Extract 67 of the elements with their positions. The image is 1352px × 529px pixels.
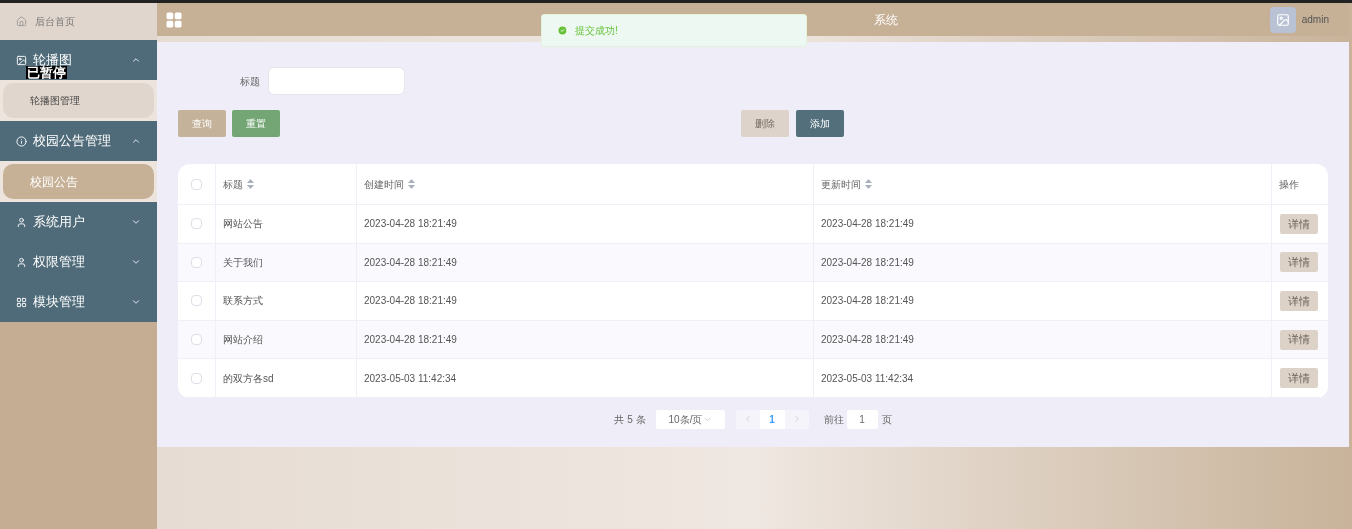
paused-label: 已暂停 [26,66,67,79]
search-label: 标题 [240,74,260,89]
table-cell-text: 2023-04-28 18:21:49 [364,294,457,309]
toast-message: 提交成功! [575,24,618,38]
table-cell-text: 联系方式 [223,294,263,309]
home-menu-item[interactable]: 后台首页 [0,3,157,40]
table-cell-text: 2023-04-28 18:21:49 [821,333,914,348]
success-icon [557,25,568,36]
sort-icon[interactable] [408,179,415,189]
menu-icon[interactable] [165,10,183,29]
image-icon [16,54,27,66]
total-count: 共 5 条 [614,412,646,427]
table-cell-text: 网站介绍 [223,333,263,348]
header-title: 系统 [874,11,899,29]
user-name[interactable]: admin [1301,12,1329,27]
grid-icon [16,296,27,308]
checkbox[interactable] [191,256,202,268]
table-cell-text: 2023-04-28 18:21:49 [821,255,914,270]
table-cell-text: 2023-04-28 18:21:49 [821,294,914,309]
sort-icon[interactable] [247,179,254,189]
checkbox[interactable] [191,372,202,384]
menu-group-label[interactable]: 校园公告管理 [33,133,111,149]
table-cell-text: 2023-05-03 11:42:34 [364,371,457,386]
submenu-item[interactable]: 轮播图管理 [3,83,154,118]
chevron-down-icon[interactable] [131,217,141,227]
page-suffix: 页 [881,412,892,427]
checkbox[interactable] [191,178,202,190]
detail-button[interactable]: 详情 [1280,291,1318,311]
table-cell-text: 2023-04-28 18:21:49 [821,217,914,232]
page-number[interactable]: 1 [759,409,785,429]
user-icon [16,216,27,228]
column-header: 操作 [1278,177,1300,192]
table-cell-text: 网站公告 [223,217,263,232]
column-header[interactable]: 标题 [216,164,357,204]
menu-group-label[interactable]: 系统用户 [33,214,85,230]
chevron-up-icon[interactable] [131,55,141,65]
reset-button[interactable]: 重置 [232,110,280,137]
table-cell-text: 2023-05-03 11:42:34 [821,371,914,386]
title-input[interactable] [268,67,405,95]
goto-label: 前往 [823,412,844,427]
checkbox[interactable] [191,295,202,307]
home-icon [16,16,27,27]
checkbox[interactable] [191,334,202,346]
detail-button[interactable]: 详情 [1280,213,1318,234]
info-icon [16,135,27,147]
checkbox[interactable] [191,218,202,230]
menu-group-label[interactable]: 模块管理 [33,294,85,310]
table-cell-text: 2023-04-28 18:21:49 [364,255,457,270]
table-cell-text: 2023-04-28 18:21:49 [364,217,457,232]
detail-button[interactable]: 详情 [1280,329,1318,350]
avatar-icon[interactable] [1269,6,1296,33]
chevron-down-icon[interactable] [131,257,141,267]
column-header[interactable]: 创建时间 [357,164,814,204]
table-cell-text: 的双方各sd [223,371,274,386]
menu-group-label[interactable]: 权限管理 [33,254,85,270]
user-icon [16,256,27,268]
detail-button[interactable]: 详情 [1280,368,1318,389]
page-size-select[interactable]: 10条/页 [655,409,725,429]
table-cell-text: 2023-04-28 18:21:49 [364,333,457,348]
chevron-up-icon[interactable] [131,136,141,146]
add-button[interactable]: 添加 [796,110,844,137]
sort-icon[interactable] [865,179,872,189]
table-cell-text: 关于我们 [223,255,263,270]
goto-page-input[interactable]: 1 [846,409,878,429]
detail-button[interactable]: 详情 [1280,252,1318,273]
column-header[interactable]: 更新时间 [814,164,1272,204]
chevron-down-icon[interactable] [131,297,141,307]
